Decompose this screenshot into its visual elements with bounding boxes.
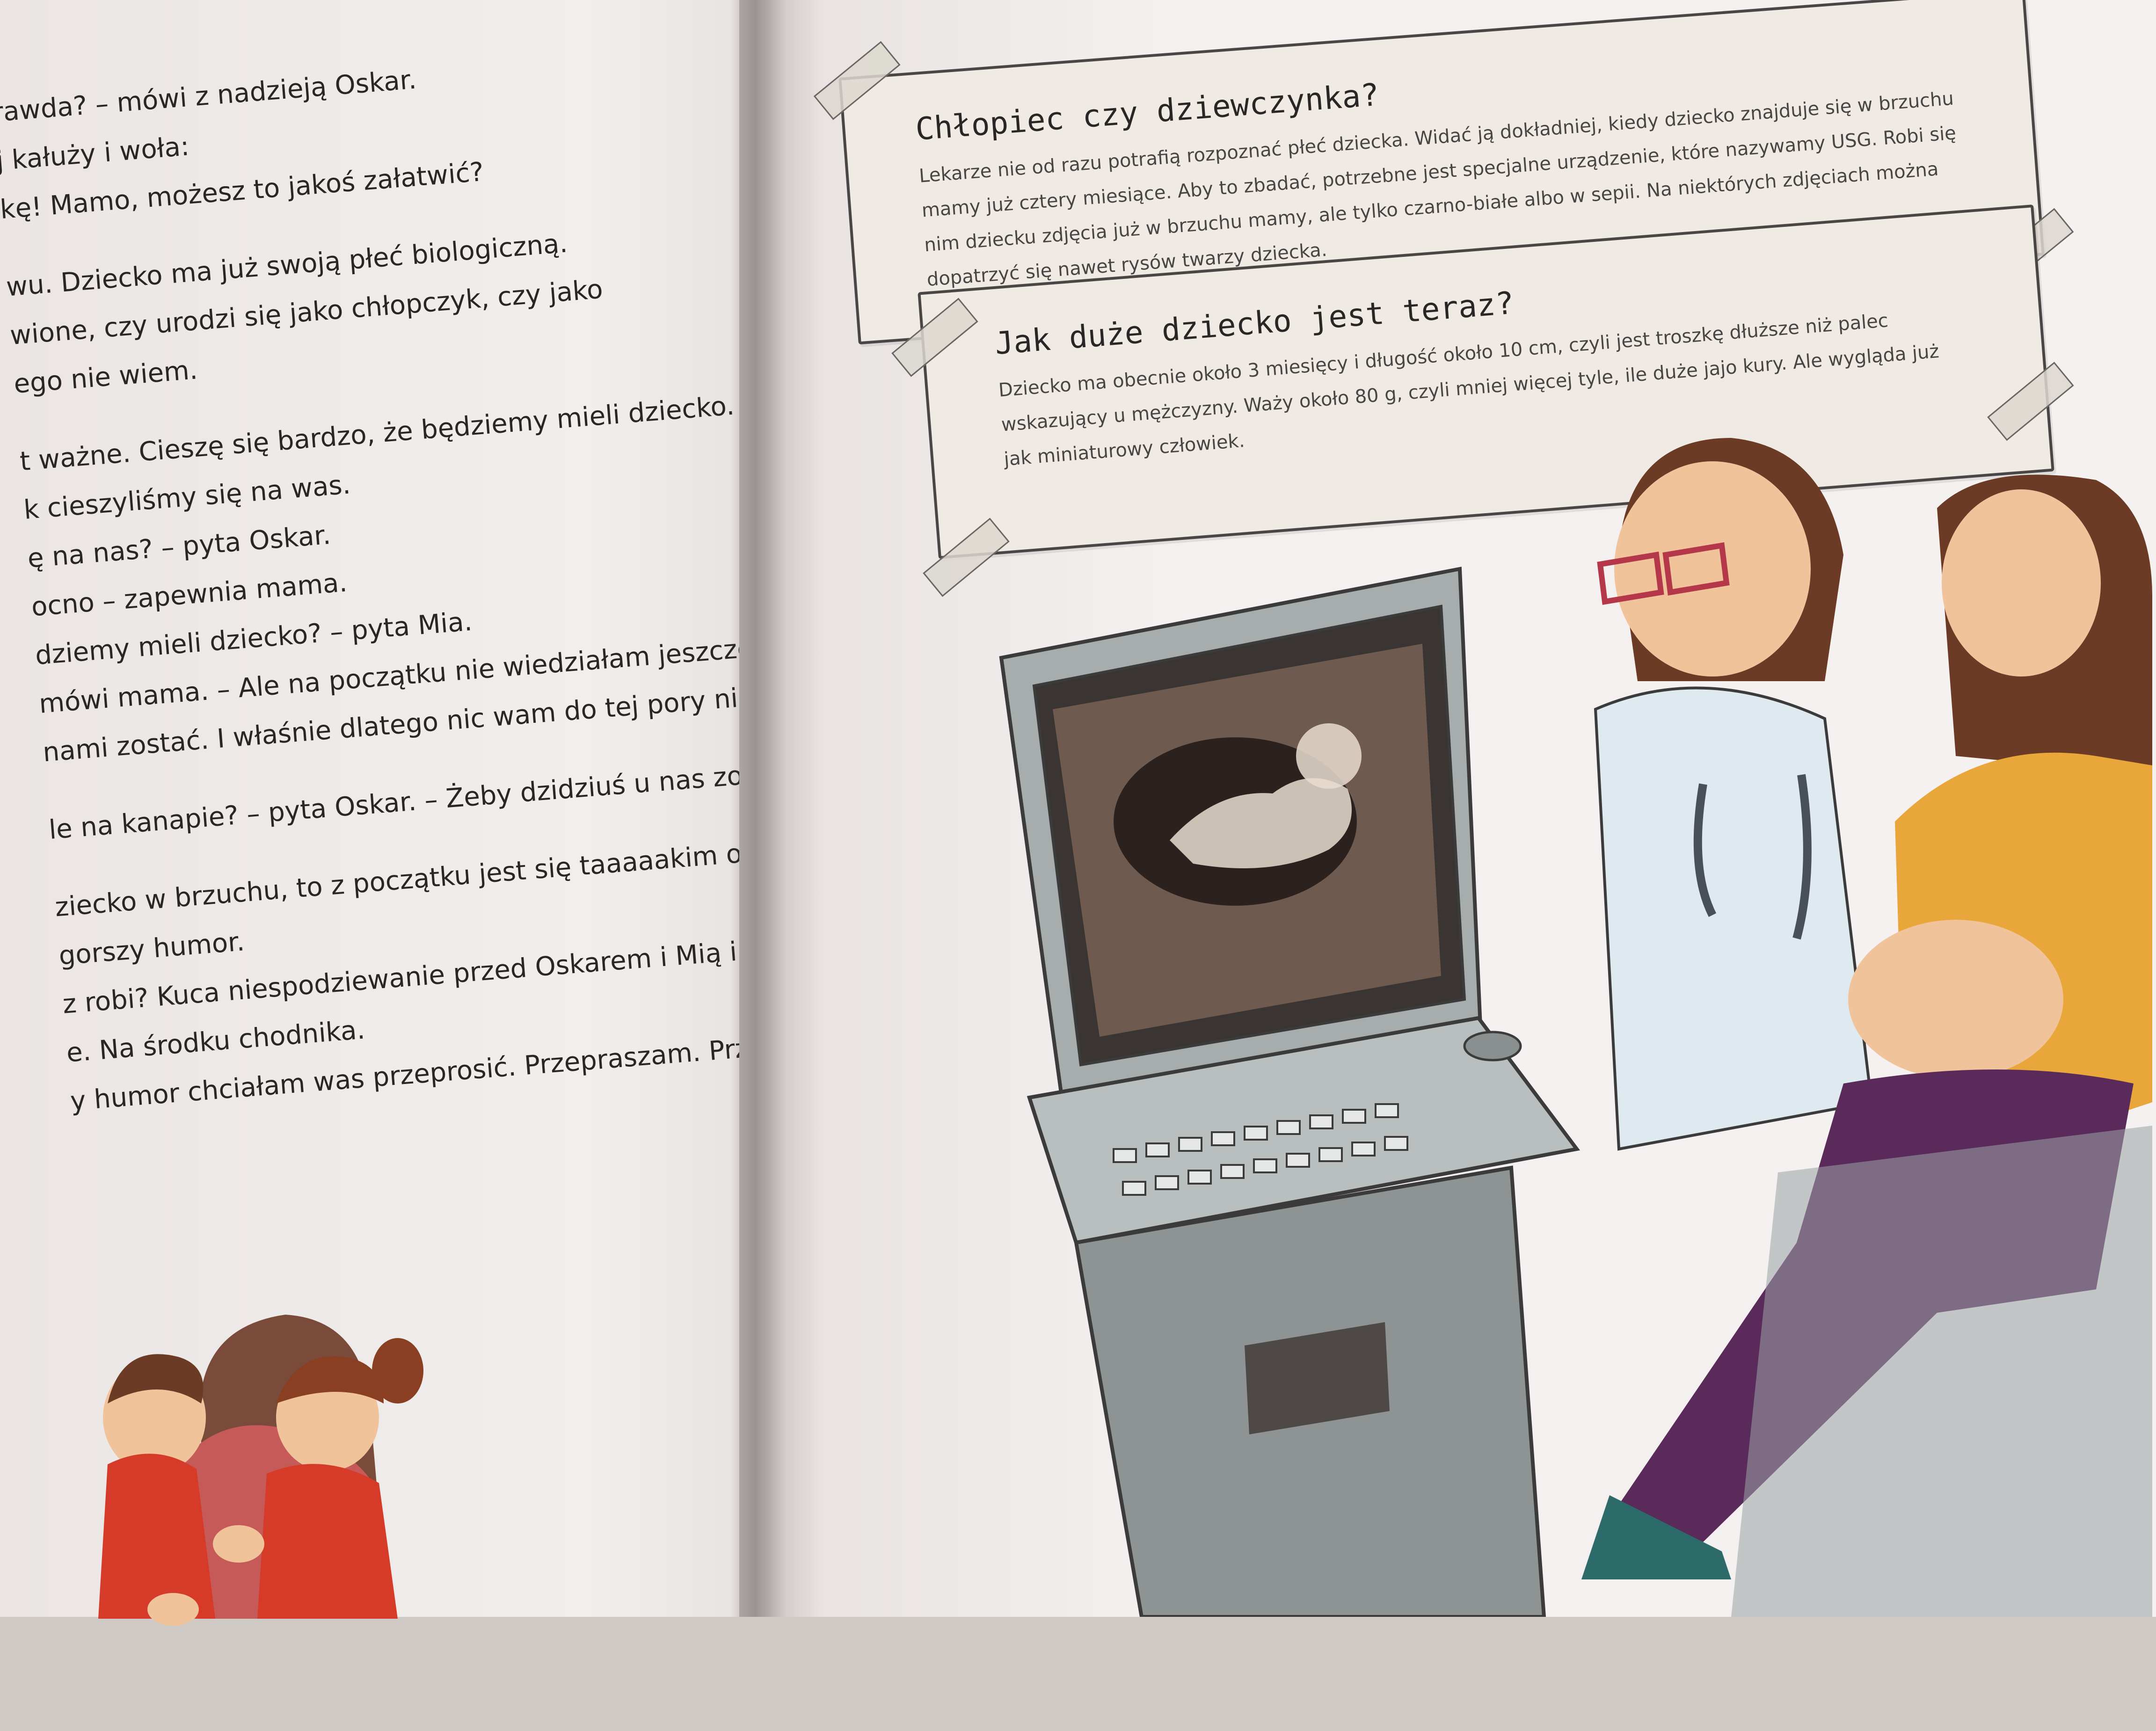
book-gutter-shadow	[730, 0, 786, 1617]
doctor-figure	[1594, 438, 1873, 1151]
exam-bed	[1731, 1126, 2152, 1617]
ultrasound-machine	[999, 567, 1581, 1617]
open-book-photo: rawda? – mówi z nadzieją Oskar. j kałuży…	[0, 0, 2156, 1626]
ultrasound-scene-illustration	[999, 438, 2152, 1617]
story-text: rawda? – mówi z nadzieją Oskar. j kałuży…	[0, 33, 899, 1126]
hugging-family-illustration	[98, 1315, 423, 1626]
